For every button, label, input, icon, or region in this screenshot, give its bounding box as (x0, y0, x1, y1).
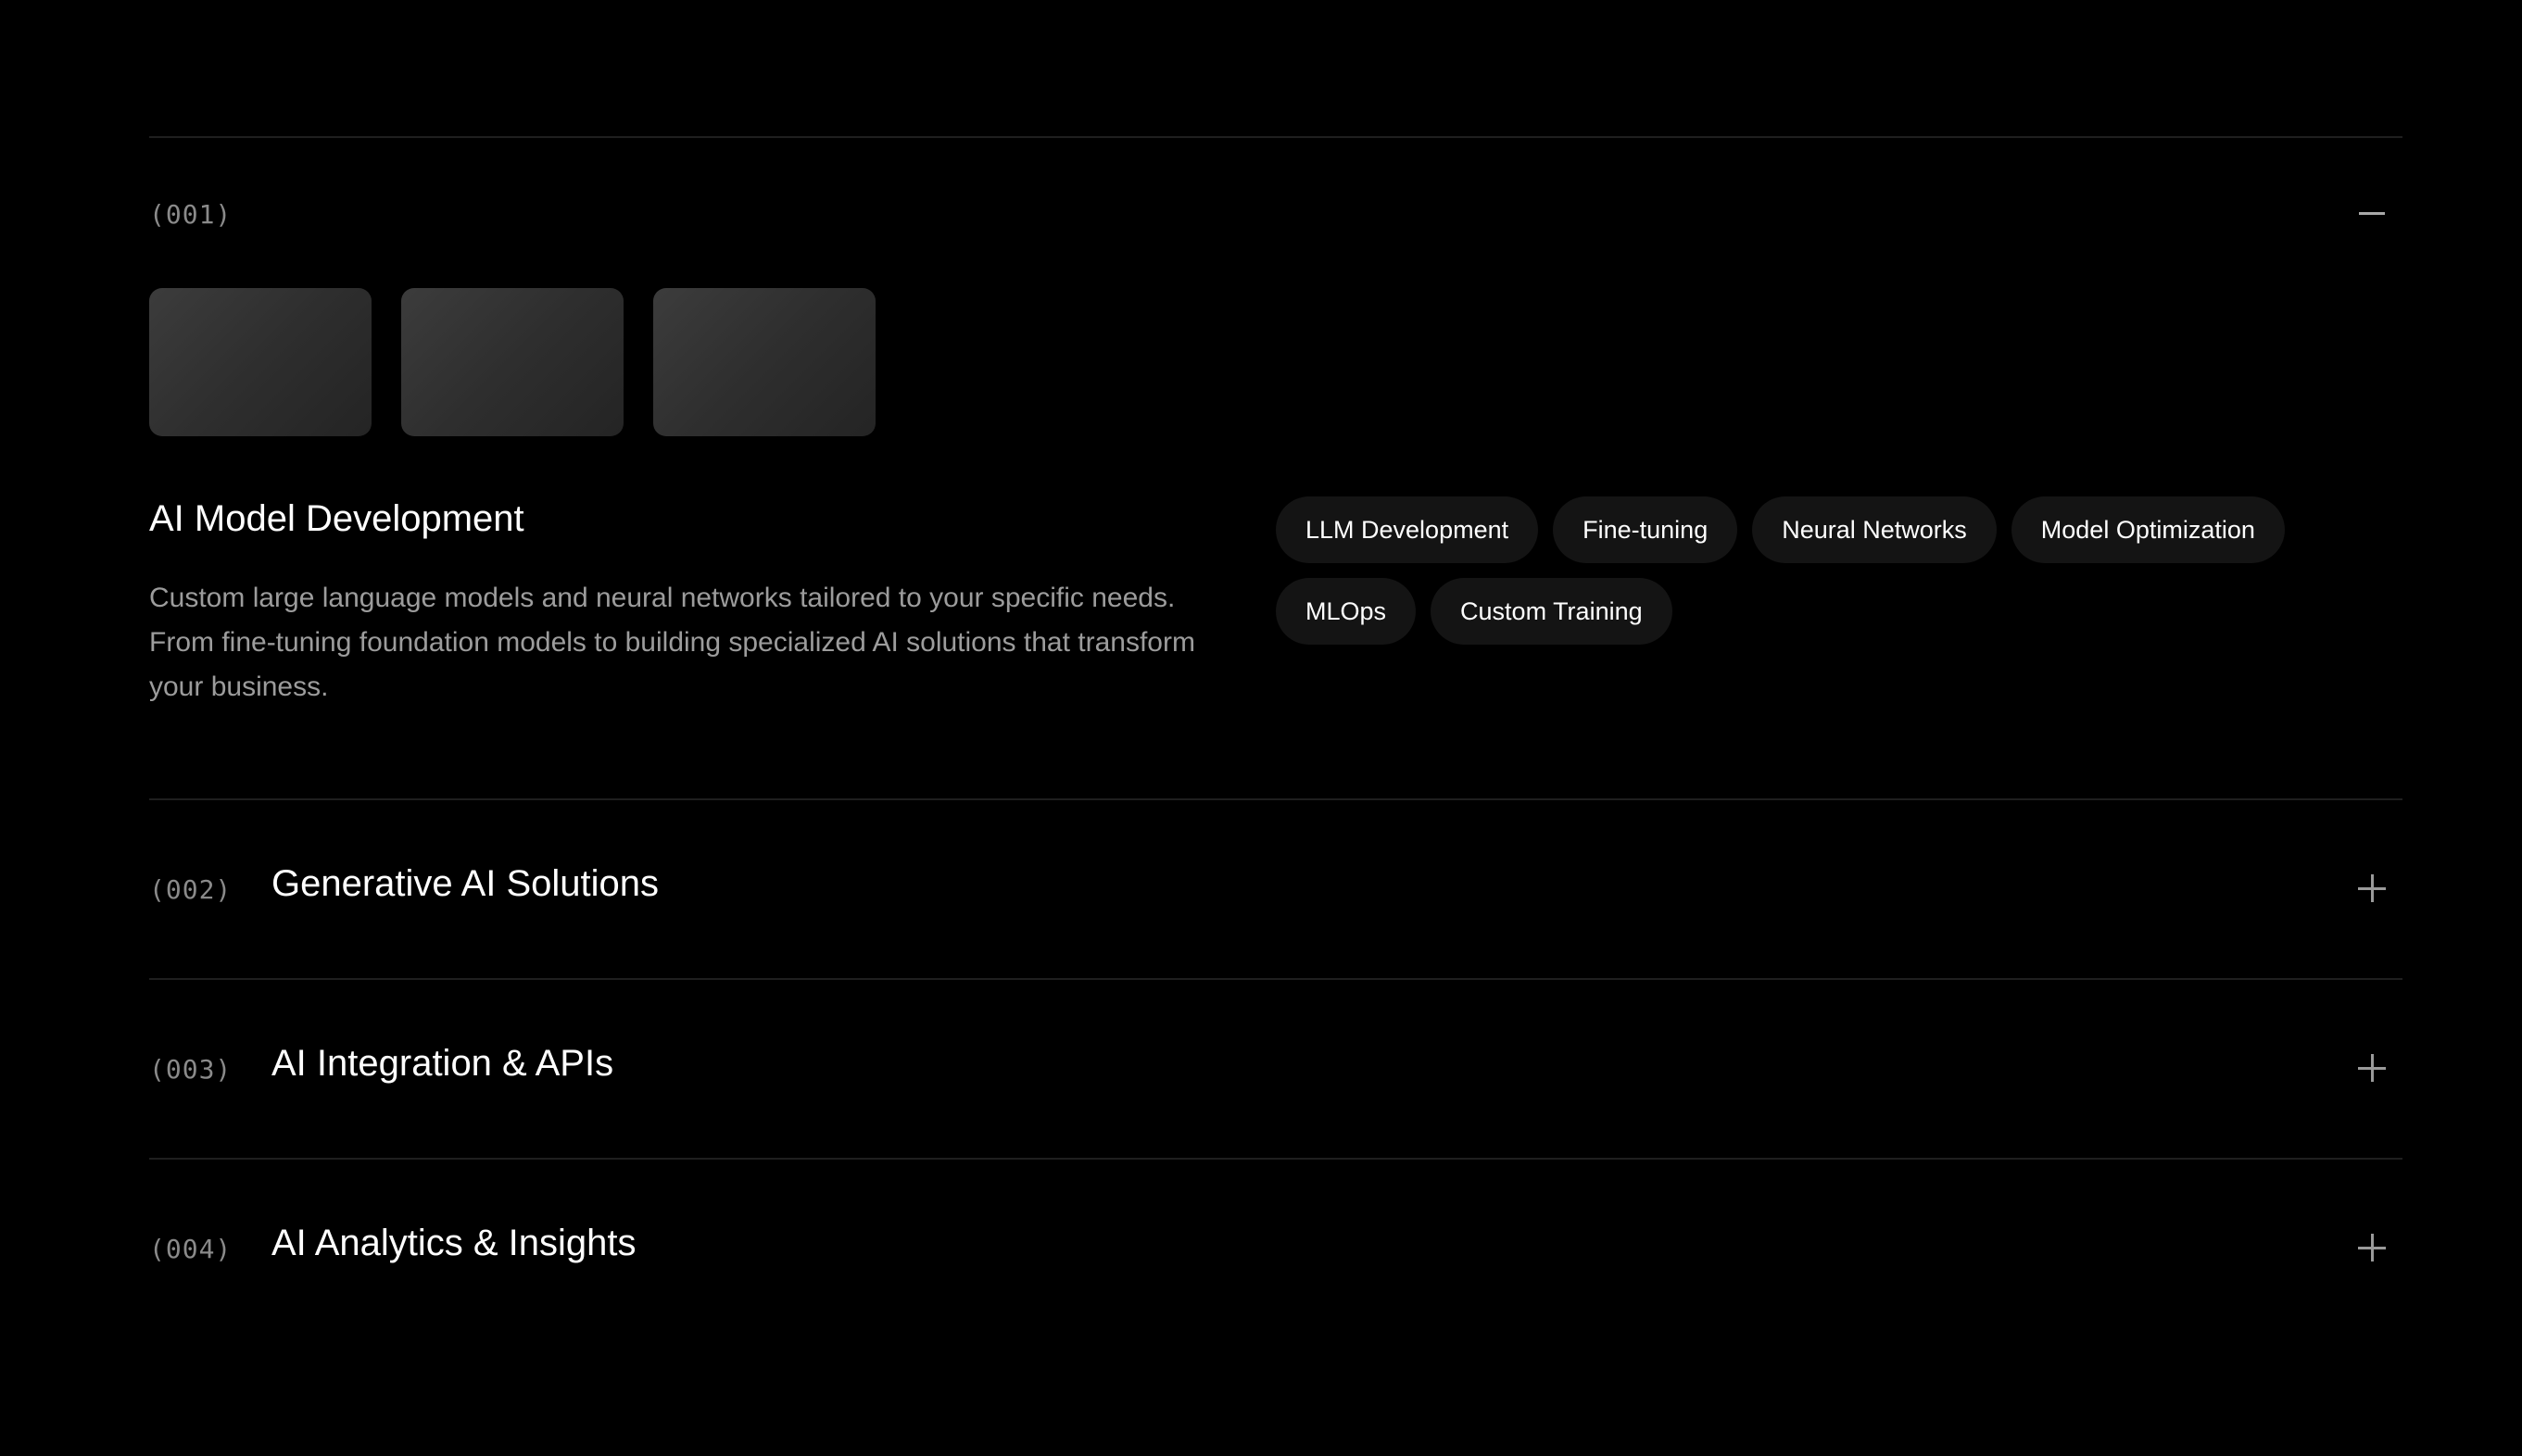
item-index: (001) (149, 199, 233, 230)
plus-icon (2358, 874, 2386, 902)
tag-list: LLM Development Fine-tuning Neural Netwo… (1276, 496, 2369, 645)
item-title: AI Integration & APIs (271, 1043, 614, 1084)
item-index: (002) (149, 874, 233, 905)
expand-button[interactable] (2341, 1037, 2402, 1098)
thumbnail-image (149, 288, 372, 436)
accordion-item-ai-analytics[interactable]: (004) AI Analytics & Insights (149, 1160, 2402, 1337)
tag-chip[interactable]: Neural Networks (1752, 496, 1997, 563)
minus-icon (2359, 200, 2385, 226)
item-index: (004) (149, 1234, 233, 1264)
item-description: Custom large language models and neural … (149, 583, 1195, 702)
services-accordion: (001) AI Model Development Custom large … (149, 136, 2402, 1337)
accordion-item-generative-ai[interactable]: (002) Generative AI Solutions (149, 800, 2402, 978)
plus-icon (2358, 1054, 2386, 1082)
tag-chip[interactable]: Fine-tuning (1553, 496, 1738, 563)
tag-chip[interactable]: LLM Development (1276, 496, 1539, 563)
item-index: (003) (149, 1054, 233, 1085)
item-title: AI Model Development (149, 498, 524, 539)
accordion-item-ai-model-development: (001) AI Model Development Custom large … (149, 138, 2402, 798)
thumbnail-image (401, 288, 624, 436)
expand-button[interactable] (2341, 858, 2402, 919)
thumbnail-image (653, 288, 876, 436)
item-title: AI Analytics & Insights (271, 1223, 637, 1263)
accordion-item-ai-integration[interactable]: (003) AI Integration & APIs (149, 980, 2402, 1158)
expand-button[interactable] (2341, 1217, 2402, 1278)
collapse-button[interactable] (2341, 182, 2402, 244)
tag-chip[interactable]: MLOps (1276, 578, 1417, 645)
item-title: Generative AI Solutions (271, 863, 660, 904)
thumbnail-row (149, 288, 876, 436)
tag-chip[interactable]: Custom Training (1431, 578, 1672, 645)
plus-icon (2358, 1234, 2386, 1261)
tag-chip[interactable]: Model Optimization (2011, 496, 2285, 563)
